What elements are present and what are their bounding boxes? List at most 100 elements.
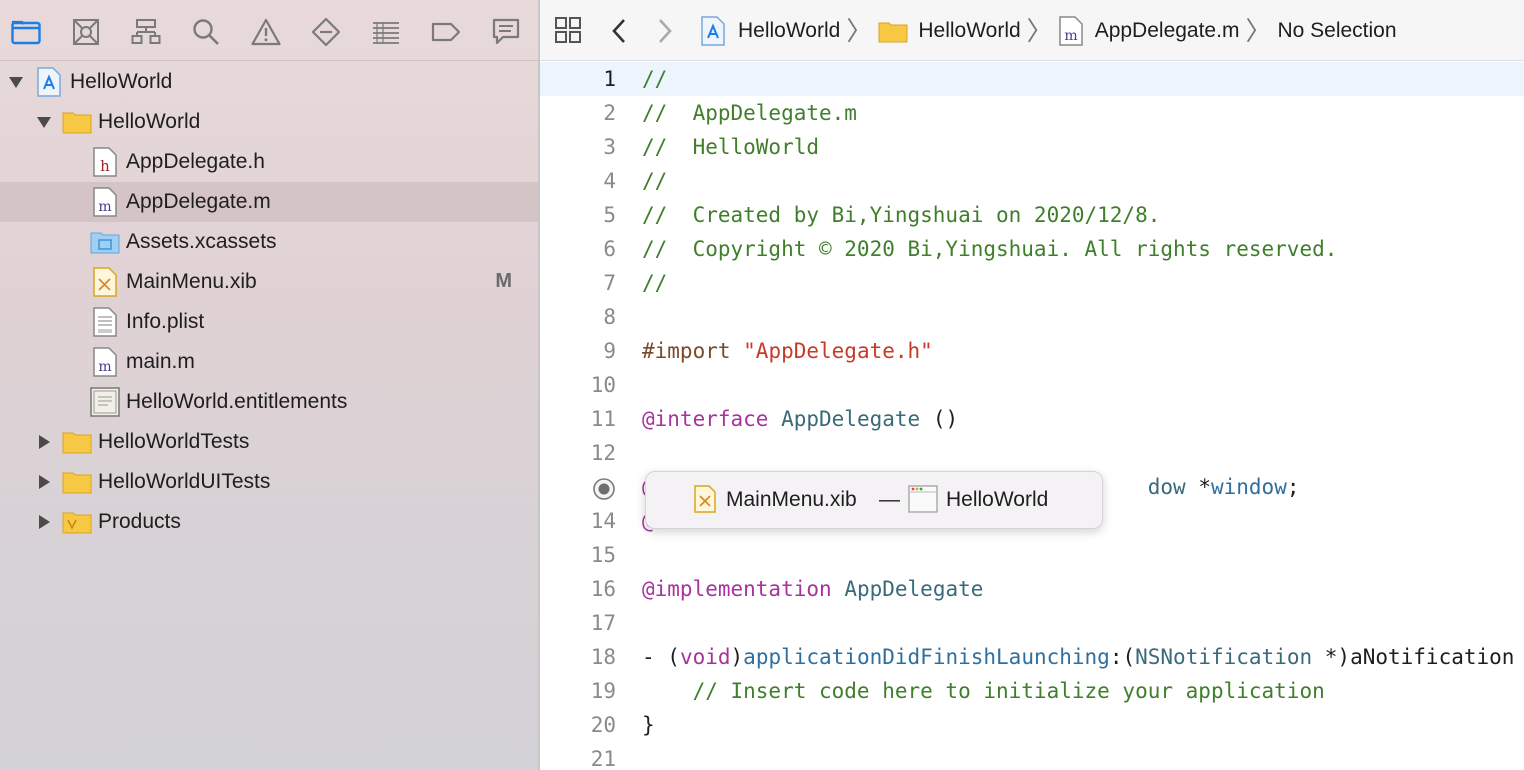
svg-text:m: m bbox=[98, 359, 111, 375]
breakpoint-icon[interactable] bbox=[430, 16, 462, 48]
tree-row[interactable]: HelloWorld bbox=[0, 62, 538, 102]
disclosure-closed-icon[interactable] bbox=[36, 434, 52, 450]
code-token: // bbox=[642, 169, 668, 193]
line-number: 21 bbox=[590, 747, 616, 770]
objc-file-icon: m bbox=[1058, 16, 1083, 46]
code-text: // bbox=[642, 164, 667, 198]
code-line[interactable]: 12 bbox=[540, 436, 1524, 470]
xcode-project-icon bbox=[36, 67, 62, 97]
line-number: 12 bbox=[590, 441, 616, 465]
entitlements-file-icon bbox=[90, 387, 120, 417]
products-folder-icon bbox=[62, 510, 92, 534]
line-number: 7 bbox=[603, 271, 616, 295]
code-line[interactable]: 21 bbox=[540, 742, 1524, 770]
back-chevron-icon[interactable] bbox=[610, 18, 628, 44]
modified-badge: M bbox=[495, 270, 512, 292]
code-line[interactable]: 10 bbox=[540, 368, 1524, 402]
disclosure-closed-icon[interactable] bbox=[36, 514, 52, 530]
debug-icon[interactable] bbox=[370, 16, 402, 48]
code-token: // bbox=[642, 67, 668, 91]
breadcrumb-group[interactable]: HelloWorld bbox=[918, 19, 1020, 43]
code-line[interactable]: 7 // bbox=[540, 266, 1524, 300]
line-number: 4 bbox=[603, 169, 616, 193]
code-text: // Copyright © 2020 Bi,Yingshuai. All ri… bbox=[642, 232, 1337, 266]
tree-row[interactable]: m AppDelegate.m bbox=[0, 182, 538, 222]
code-text: // Insert code here to initialize your a… bbox=[642, 674, 1325, 708]
forward-chevron-icon[interactable] bbox=[656, 18, 674, 44]
warning-icon[interactable] bbox=[250, 16, 282, 48]
disclosure-closed-icon[interactable] bbox=[36, 474, 52, 490]
code-token: dow bbox=[1147, 475, 1199, 499]
code-line[interactable]: 2 // AppDelegate.m bbox=[540, 96, 1524, 130]
code-line[interactable]: 20} bbox=[540, 708, 1524, 742]
svg-text:m: m bbox=[98, 199, 111, 215]
source-editor[interactable]: HelloWorld 〉 HelloWorld 〉 m AppDelegate.… bbox=[540, 0, 1524, 770]
tree-row-label: HelloWorld.entitlements bbox=[126, 390, 348, 413]
tree-row[interactable]: Products bbox=[0, 502, 538, 542]
breadcrumb-project[interactable]: HelloWorld bbox=[738, 19, 840, 43]
code-line[interactable]: 15 bbox=[540, 538, 1524, 572]
code-line[interactable]: 17 bbox=[540, 606, 1524, 640]
line-number: 16 bbox=[590, 577, 616, 601]
code-text: // HelloWorld bbox=[642, 130, 819, 164]
breadcrumb-separator: 〉 bbox=[1026, 16, 1053, 46]
tree-row-label: MainMenu.xib bbox=[126, 270, 257, 293]
code-line[interactable]: 9 #import "AppDelegate.h" bbox=[540, 334, 1524, 368]
code-line[interactable]: 19 // Insert code here to initialize you… bbox=[540, 674, 1524, 708]
svg-text:m: m bbox=[1064, 28, 1077, 44]
code-token: // AppDelegate.m bbox=[642, 101, 857, 125]
code-line[interactable]: 5 // Created by Bi,Yingshuai on 2020/12/8… bbox=[540, 198, 1524, 232]
tree-row-label: AppDelegate.m bbox=[126, 190, 271, 213]
code-line[interactable]: 6 // Copyright © 2020 Bi,Yingshuai. All r… bbox=[540, 232, 1524, 266]
code-token: "AppDelegate.h" bbox=[743, 339, 933, 363]
tree-row[interactable]: Assets.xcassets bbox=[0, 222, 538, 262]
tree-row[interactable]: HelloWorldUITests bbox=[0, 462, 538, 502]
code-line[interactable]: 18 - (void)applicationDidFinishLaunching:… bbox=[540, 640, 1524, 674]
tree-row[interactable]: h AppDelegate.h bbox=[0, 142, 538, 182]
folder-icon[interactable] bbox=[10, 16, 42, 48]
line-number: 5 bbox=[603, 203, 616, 227]
code-line[interactable]: 1 // bbox=[540, 62, 1524, 96]
folder-icon bbox=[62, 110, 92, 134]
window-icon bbox=[908, 485, 938, 513]
code-token: NSNotification bbox=[1135, 645, 1313, 669]
source-control-icon[interactable] bbox=[70, 16, 102, 48]
tree-row-label: AppDelegate.h bbox=[126, 150, 265, 173]
objc-file-icon: m bbox=[93, 187, 117, 217]
code-line[interactable]: 4 // bbox=[540, 164, 1524, 198]
breadcrumb-file[interactable]: AppDelegate.m bbox=[1095, 19, 1240, 43]
tree-row[interactable]: HelloWorld.entitlements bbox=[0, 382, 538, 422]
folder-icon bbox=[62, 430, 92, 454]
disclosure-open-icon[interactable] bbox=[8, 74, 24, 90]
code-line[interactable]: 11 @interface AppDelegate () bbox=[540, 402, 1524, 436]
report-icon[interactable] bbox=[490, 16, 522, 48]
line-number: 17 bbox=[590, 611, 616, 635]
disclosure-open-icon[interactable] bbox=[36, 114, 52, 130]
line-number: 3 bbox=[603, 135, 616, 159]
hierarchy-icon[interactable] bbox=[130, 16, 162, 48]
assets-folder-icon bbox=[90, 230, 120, 254]
code-token: } bbox=[642, 713, 655, 737]
code-token: // Created by Bi,Yingshuai on 2020/12/8. bbox=[642, 203, 1161, 227]
code-line[interactable]: 8 bbox=[540, 300, 1524, 334]
test-icon[interactable] bbox=[310, 16, 342, 48]
code-token: void bbox=[679, 645, 731, 669]
tree-row[interactable]: MainMenu.xib M bbox=[0, 262, 538, 302]
code-text: // Created by Bi,Yingshuai on 2020/12/8. bbox=[642, 198, 1160, 232]
code-line[interactable]: 3 // HelloWorld bbox=[540, 130, 1524, 164]
code-token: AppDelegate bbox=[781, 407, 921, 431]
related-items-icon[interactable] bbox=[554, 16, 582, 44]
related-file-popup[interactable]: MainMenu.xib — HelloWorld bbox=[645, 471, 1103, 529]
code-token: @implementation bbox=[642, 577, 832, 601]
line-number: 6 bbox=[603, 237, 616, 261]
code-line[interactable]: 16 @implementation AppDelegate bbox=[540, 572, 1524, 606]
code-text: @implementation AppDelegate bbox=[642, 572, 983, 606]
breadcrumb-symbol[interactable]: No Selection bbox=[1277, 19, 1396, 43]
search-icon[interactable] bbox=[190, 16, 222, 48]
tree-row[interactable]: HelloWorldTests bbox=[0, 422, 538, 462]
connection-indicator-icon[interactable] bbox=[592, 477, 615, 500]
tree-row[interactable]: m main.m bbox=[0, 342, 538, 382]
tree-row[interactable]: HelloWorld bbox=[0, 102, 538, 142]
tree-row[interactable]: Info.plist bbox=[0, 302, 538, 342]
